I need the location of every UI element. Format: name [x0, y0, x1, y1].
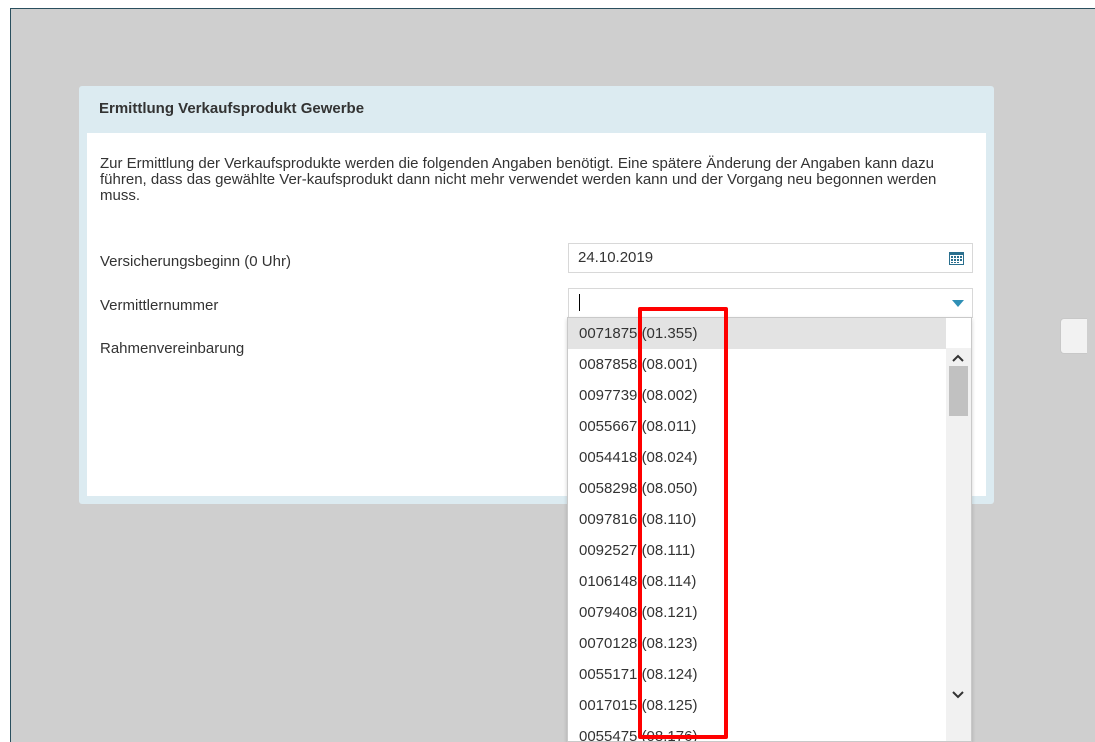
framework-agreement-label: Rahmenvereinbarung: [100, 340, 245, 357]
calendar-icon[interactable]: [949, 252, 964, 265]
dropdown-option[interactable]: 0017015 (08.125): [568, 690, 946, 721]
dropdown-option[interactable]: 0097816 (08.110): [568, 504, 946, 535]
dialog-button-partial[interactable]: [1060, 318, 1087, 354]
dropdown-option[interactable]: 0106148 (08.114): [568, 566, 946, 597]
insurance-start-label: Versicherungsbeginn (0 Uhr): [100, 253, 291, 270]
dropdown-option[interactable]: 0097739 (08.002): [568, 380, 946, 411]
dialog-title: Ermittlung Verkaufsprodukt Gewerbe: [99, 100, 365, 117]
scroll-thumb[interactable]: [949, 366, 968, 416]
insurance-start-value: 24.10.2019: [578, 249, 654, 266]
dropdown-option[interactable]: 0055475 (08.176): [568, 721, 946, 741]
dropdown-option[interactable]: 0087858 (08.001): [568, 349, 946, 380]
dropdown-option[interactable]: 0055171 (08.124): [568, 659, 946, 690]
dropdown-option[interactable]: 0071875 (01.355): [568, 318, 946, 349]
dropdown-option[interactable]: 0058298 (08.050): [568, 473, 946, 504]
intro-text: Zur Ermittlung der Verkaufsprodukte werd…: [100, 155, 937, 204]
dropdown-option[interactable]: 0079408 (08.121): [568, 597, 946, 628]
text-cursor: [579, 294, 580, 311]
dropdown-option[interactable]: 0070128 (08.123): [568, 628, 946, 659]
dropdown-option[interactable]: 0055667 (08.011): [568, 411, 946, 442]
agent-number-label: Vermittlernummer: [100, 297, 219, 314]
chevron-up-icon[interactable]: [952, 354, 964, 362]
insurance-start-field[interactable]: 24.10.2019: [568, 243, 973, 273]
highlight-annotation: [638, 307, 728, 739]
agent-number-dropdown[interactable]: 0071875 (01.355) 0087858 (08.001) 0097739 …: [567, 317, 972, 742]
dropdown-option[interactable]: 0054418 (08.024): [568, 442, 946, 473]
dropdown-scrollbar[interactable]: [946, 348, 971, 741]
agent-number-select[interactable]: [568, 288, 973, 318]
chevron-down-icon[interactable]: [952, 691, 964, 699]
dropdown-option[interactable]: 0092527 (08.111): [568, 535, 946, 566]
chevron-down-icon[interactable]: [952, 300, 964, 307]
option-list: 0071875 (01.355) 0087858 (08.001) 0097739 …: [568, 318, 946, 741]
